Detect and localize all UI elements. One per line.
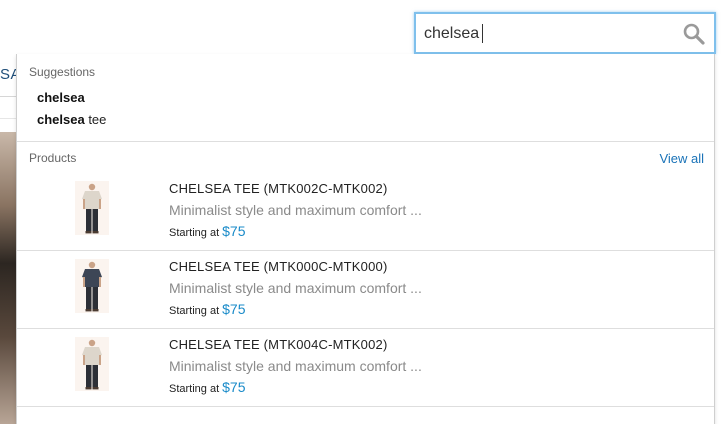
product-thumbnail [75, 337, 109, 391]
product-price-line: Starting at $75 [169, 301, 246, 317]
product-price: $75 [222, 223, 246, 239]
product-price: $75 [222, 379, 246, 395]
section-divider [17, 141, 714, 142]
product-price-line: Starting at $75 [169, 379, 246, 395]
product-description: Minimalist style and maximum comfort ... [169, 202, 422, 218]
search-box [414, 12, 716, 54]
suggestion-match-text: chelsea [37, 90, 85, 105]
price-prefix: Starting at [169, 383, 220, 395]
suggestions-heading: Suggestions [29, 65, 96, 79]
product-thumbnail [75, 259, 109, 313]
product-title: CHELSEA TEE (MTK004C-MTK002) [169, 337, 388, 352]
product-row[interactable]: CHELSEA TEE (MTK004C-MTK002) Minimalist … [17, 329, 714, 407]
product-price-line: Starting at $75 [169, 223, 246, 239]
suggestion-item[interactable]: chelsea [37, 90, 85, 105]
search-input[interactable] [424, 22, 674, 46]
price-prefix: Starting at [169, 305, 220, 317]
suggestion-item[interactable]: chelsea tee [37, 112, 106, 127]
product-price: $75 [222, 301, 246, 317]
row-divider [17, 406, 714, 407]
search-icon[interactable] [682, 22, 706, 46]
view-all-link[interactable]: View all [659, 151, 704, 166]
product-title: CHELSEA TEE (MTK002C-MTK002) [169, 181, 388, 196]
suggestion-rest-text: tee [84, 112, 107, 127]
background-hero-image [0, 132, 16, 424]
suggestion-match-text: chelsea [37, 112, 85, 127]
product-title: CHELSEA TEE (MTK000C-MTK000) [169, 259, 388, 274]
product-thumbnail [75, 181, 109, 235]
text-caret [482, 24, 483, 43]
price-prefix: Starting at [169, 227, 220, 239]
product-description: Minimalist style and maximum comfort ... [169, 358, 422, 374]
product-description: Minimalist style and maximum comfort ... [169, 280, 422, 296]
page: SA Suggestions chelsea chelsea tee Produ… [0, 0, 722, 424]
products-heading: Products [29, 151, 77, 165]
autocomplete-dropdown: Suggestions chelsea chelsea tee Products… [16, 54, 715, 424]
product-row[interactable]: CHELSEA TEE (MTK002C-MTK002) Minimalist … [17, 173, 714, 251]
product-row[interactable]: CHELSEA TEE (MTK000C-MTK000) Minimalist … [17, 251, 714, 329]
